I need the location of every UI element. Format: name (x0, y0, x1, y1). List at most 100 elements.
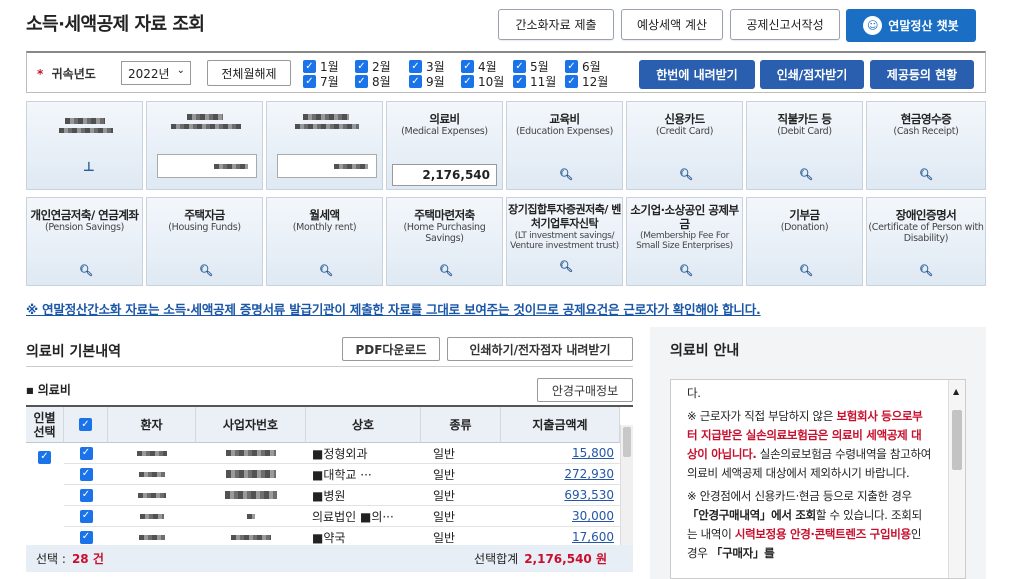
glasses-info-button[interactable]: 안경구매정보 (537, 378, 633, 402)
estimated-tax-button[interactable]: 예상세액 계산 (621, 9, 723, 40)
tile-pension[interactable]: 개인연금저축/ 연금계좌 (Pension Savings) 🔍︎ (26, 197, 143, 286)
tile-subtitle: (Medical Expenses) (401, 126, 488, 137)
guide-insurance-note: ※ 근로자가 직접 부담하지 않은 보험회사 등으로부터 지급받은 실손의료보험… (687, 409, 931, 480)
tile-housing[interactable]: 주택자금 (Housing Funds) 🔍︎ (146, 197, 263, 286)
masked-text (59, 128, 113, 133)
scrollbar-thumb[interactable] (623, 427, 631, 457)
amount-link[interactable]: 693,530 (501, 485, 620, 506)
medical-amount-field: 2,176,540 (392, 164, 497, 186)
expense-type: 일반 (421, 506, 501, 527)
clear-months-button[interactable]: 전체월해제 (207, 60, 291, 86)
masked-text (187, 114, 223, 120)
expense-type: 일반 (421, 464, 501, 485)
provision-status-button[interactable]: 제공등의 현황 (870, 60, 974, 89)
download-all-button[interactable]: 한번에 내려받기 (639, 60, 755, 89)
search-icon: 🔍︎ (919, 168, 933, 181)
col-header-bizno: 사업자번호 (196, 407, 306, 443)
checkbox-icon: ✓ (565, 60, 578, 73)
tile-cash-receipt[interactable]: 현금영수증 (Cash Receipt) 🔍︎ (866, 101, 986, 190)
month-checkbox-8[interactable]: ✓ 8월 (355, 73, 391, 90)
masked-text (65, 118, 105, 124)
tile-subtitle: (LT investment savings/ Venture investme… (510, 231, 619, 251)
amount-link[interactable]: 30,000 (501, 506, 620, 527)
chevron-down-icon: ⌄ (176, 65, 185, 76)
masked-text (171, 124, 241, 129)
business-name: ■대학교 ··· (306, 464, 421, 485)
tile-title: 월세액 (309, 208, 340, 222)
row-checkbox[interactable]: ✓ (64, 485, 108, 506)
tile-debit-card[interactable]: 직불카드 등 (Debit Card) 🔍︎ (746, 101, 863, 190)
tile-title: 개인연금저축/ 연금계좌 (30, 208, 139, 222)
pdf-download-button[interactable]: PDF다운로드 (342, 337, 440, 361)
deduction-report-button[interactable]: 공제신고서작성 (730, 9, 840, 40)
notice-link[interactable]: ※ 연말정산간소화 자료는 소득·세액공제 증명서류 발급기관이 제출한 자료를… (26, 299, 761, 318)
tile-subtitle: (Pension Savings) (44, 222, 125, 233)
tile-subtitle: (Membership Fee For Small Size Enterpris… (636, 231, 733, 251)
tile-medical[interactable]: 의료비 (Medical Expenses) 2,176,540 (386, 101, 503, 190)
tile-home-savings[interactable]: 주택마련저축 (Home Purchasing Savings) 🔍︎ (386, 197, 503, 286)
checkbox-icon: ✓ (409, 75, 422, 88)
tile-masked-3[interactable] (266, 101, 383, 190)
tile-donation[interactable]: 기부금 (Donation) 🔍︎ (746, 197, 863, 286)
col-header-patient: 환자 (108, 407, 196, 443)
month-checkbox-10[interactable]: ✓ 10월 (461, 73, 504, 90)
masked-patient (108, 485, 196, 506)
search-icon: 🔍︎ (319, 264, 333, 277)
month-checkbox-11[interactable]: ✓ 11월 (513, 73, 556, 90)
table-footer: 선택 : 28 건 선택합계 2,176,540 원 (26, 545, 633, 572)
row-checkbox[interactable]: ✓ (64, 443, 108, 464)
col-header-name: 상호 (306, 407, 421, 443)
business-name: 의료법인 ■의··· (306, 506, 421, 527)
checkbox-icon: ✓ (355, 75, 368, 88)
masked-patient (108, 443, 196, 464)
tile-lt-investment[interactable]: 장기집합투자증권저축/ 벤처기업투자신탁 (LT investment savi… (506, 197, 623, 286)
col-header-type: 종류 (421, 407, 501, 443)
print-braille-button[interactable]: 인쇄/점자받기 (760, 60, 864, 89)
masked-bizno (196, 464, 306, 485)
tile-title: 장애인증명서 (895, 208, 957, 222)
tile-title: 주택자금 (184, 208, 225, 222)
scroll-up-icon[interactable]: ▲ (953, 382, 959, 401)
chatbot-icon: ☺ (863, 16, 883, 35)
table-scrollbar[interactable] (620, 425, 633, 553)
amount-link[interactable]: 15,800 (501, 443, 620, 464)
person-checkbox[interactable]: ✓ (38, 448, 51, 464)
checkbox-icon: ✓ (461, 60, 474, 73)
tile-subtitle: (Cash Receipt) (893, 126, 959, 137)
tile-credit-card[interactable]: 신용카드 (Credit Card) 🔍︎ (626, 101, 743, 190)
checkbox-icon: ✓ (513, 75, 526, 88)
scrollbar-thumb[interactable] (952, 410, 962, 470)
col-header-checkall[interactable]: ✓ (64, 407, 108, 443)
search-icon: 🔍︎ (439, 264, 453, 277)
tile-masked-1[interactable]: ⊥ (26, 101, 143, 190)
tile-title: 장기집합투자증권저축/ 벤처기업투자신탁 (508, 203, 621, 230)
print-braille-download-button[interactable]: 인쇄하기/전자점자 내려받기 (447, 337, 633, 361)
search-icon: 🔍︎ (559, 168, 573, 181)
masked-bizno (196, 506, 306, 527)
checkbox-icon: ✓ (303, 75, 316, 88)
row-checkbox[interactable]: ✓ (64, 464, 108, 485)
tile-small-enterprise[interactable]: 소기업·소상공인 공제부금 (Membership Fee For Small … (626, 197, 743, 286)
masked-text (295, 124, 359, 129)
tile-title: 주택마련저축 (414, 208, 475, 222)
month-checkbox-12[interactable]: ✓ 12월 (565, 73, 608, 90)
tile-education[interactable]: 교육비 (Education Expenses) 🔍︎ (506, 101, 623, 190)
year-select[interactable]: 2022년 ⌄ (121, 61, 191, 85)
chatbot-button[interactable]: ☺ 연말정산 챗봇 (846, 9, 976, 42)
download-icon: ⊥ (83, 160, 95, 175)
page-title: 소득·세액공제 자료 조회 (26, 14, 205, 35)
masked-patient (108, 464, 196, 485)
col-header-amount: 지출금액계 (501, 407, 620, 443)
amount-link[interactable]: 272,930 (501, 464, 620, 485)
month-checkbox-9[interactable]: ✓ 9월 (409, 73, 445, 90)
submit-simplified-data-button[interactable]: 간소화자료 제출 (498, 9, 614, 40)
tile-title: 교육비 (549, 112, 580, 126)
row-checkbox[interactable]: ✓ (64, 506, 108, 527)
tile-monthly-rent[interactable]: 월세액 (Monthly rent) 🔍︎ (266, 197, 383, 286)
guide-scrollbar[interactable]: ▲ (948, 380, 965, 578)
tile-masked-2[interactable] (146, 101, 263, 190)
tile-disability-cert[interactable]: 장애인증명서 (Certificate of Person with Disab… (866, 197, 986, 286)
month-checkbox-7[interactable]: ✓ 7월 (303, 73, 339, 90)
masked-amount-field (277, 154, 377, 178)
tile-subtitle: (Education Expenses) (516, 126, 613, 137)
